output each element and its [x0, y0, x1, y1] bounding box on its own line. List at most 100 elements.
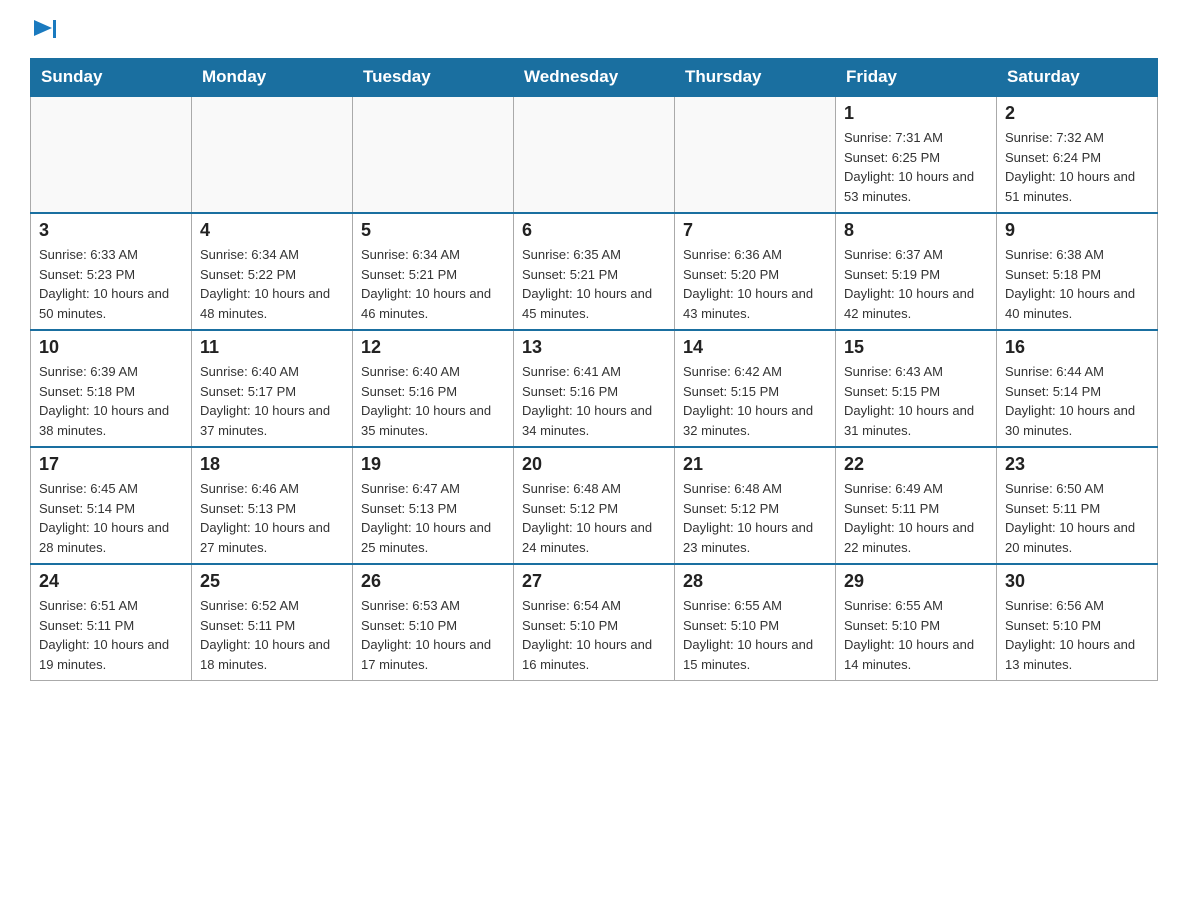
day-number: 13 [522, 337, 666, 358]
day-info: Sunrise: 7:31 AMSunset: 6:25 PMDaylight:… [844, 128, 988, 206]
day-number: 29 [844, 571, 988, 592]
calendar-cell [353, 96, 514, 213]
calendar-cell: 9 Sunrise: 6:38 AMSunset: 5:18 PMDaylight… [997, 213, 1158, 330]
calendar-cell: 7Sunrise: 6:36 AMSunset: 5:20 PMDaylight… [675, 213, 836, 330]
day-number: 11 [200, 337, 344, 358]
day-info: Sunrise: 6:48 AMSunset: 5:12 PMDaylight:… [683, 479, 827, 557]
calendar-cell: 28 Sunrise: 6:55 AMSunset: 5:10 PMDayligh… [675, 564, 836, 681]
day-number: 21 [683, 454, 827, 475]
day-number: 24 [39, 571, 183, 592]
col-header-thursday: Thursday [675, 59, 836, 97]
calendar-cell: 5 Sunrise: 6:34 AMSunset: 5:21 PMDaylight… [353, 213, 514, 330]
calendar-cell [31, 96, 192, 213]
calendar-cell [675, 96, 836, 213]
day-number: 12 [361, 337, 505, 358]
day-info: Sunrise: 6:46 AMSunset: 5:13 PMDaylight:… [200, 479, 344, 557]
day-number: 22 [844, 454, 988, 475]
day-number: 15 [844, 337, 988, 358]
calendar-cell: 21 Sunrise: 6:48 AMSunset: 5:12 PMDayligh… [675, 447, 836, 564]
day-info: Sunrise: 6:35 AMSunset: 5:21 PMDaylight:… [522, 245, 666, 323]
day-number: 17 [39, 454, 183, 475]
day-number: 28 [683, 571, 827, 592]
col-header-saturday: Saturday [997, 59, 1158, 97]
calendar-cell: 10 Sunrise: 6:39 AMSunset: 5:18 PMDayligh… [31, 330, 192, 447]
day-number: 9 [1005, 220, 1149, 241]
logo [30, 20, 56, 38]
calendar-cell: 15 Sunrise: 6:43 AMSunset: 5:15 PMDayligh… [836, 330, 997, 447]
calendar-cell: 17Sunrise: 6:45 AMSunset: 5:14 PMDayligh… [31, 447, 192, 564]
calendar-week-row: 1 Sunrise: 7:31 AMSunset: 6:25 PMDaylight… [31, 96, 1158, 213]
day-number: 14 [683, 337, 827, 358]
calendar-header-row: SundayMondayTuesdayWednesdayThursdayFrid… [31, 59, 1158, 97]
day-number: 5 [361, 220, 505, 241]
calendar-cell: 18Sunrise: 6:46 AMSunset: 5:13 PMDayligh… [192, 447, 353, 564]
calendar-cell: 8 Sunrise: 6:37 AMSunset: 5:19 PMDaylight… [836, 213, 997, 330]
day-info: Sunrise: 6:41 AMSunset: 5:16 PMDaylight:… [522, 362, 666, 440]
day-info: Sunrise: 7:32 AMSunset: 6:24 PMDaylight:… [1005, 128, 1149, 206]
day-info: Sunrise: 6:48 AMSunset: 5:12 PMDaylight:… [522, 479, 666, 557]
calendar-cell: 23Sunrise: 6:50 AMSunset: 5:11 PMDayligh… [997, 447, 1158, 564]
day-number: 4 [200, 220, 344, 241]
day-info: Sunrise: 6:47 AMSunset: 5:13 PMDaylight:… [361, 479, 505, 557]
calendar-cell: 6 Sunrise: 6:35 AMSunset: 5:21 PMDaylight… [514, 213, 675, 330]
calendar-table: SundayMondayTuesdayWednesdayThursdayFrid… [30, 58, 1158, 681]
day-info: Sunrise: 6:50 AMSunset: 5:11 PMDaylight:… [1005, 479, 1149, 557]
calendar-cell: 13 Sunrise: 6:41 AMSunset: 5:16 PMDayligh… [514, 330, 675, 447]
day-info: Sunrise: 6:33 AMSunset: 5:23 PMDaylight:… [39, 245, 183, 323]
calendar-cell: 12 Sunrise: 6:40 AMSunset: 5:16 PMDayligh… [353, 330, 514, 447]
day-info: Sunrise: 6:39 AMSunset: 5:18 PMDaylight:… [39, 362, 183, 440]
day-info: Sunrise: 6:55 AMSunset: 5:10 PMDaylight:… [683, 596, 827, 674]
calendar-cell: 3 Sunrise: 6:33 AMSunset: 5:23 PMDaylight… [31, 213, 192, 330]
calendar-week-row: 10 Sunrise: 6:39 AMSunset: 5:18 PMDayligh… [31, 330, 1158, 447]
day-info: Sunrise: 6:44 AMSunset: 5:14 PMDaylight:… [1005, 362, 1149, 440]
calendar-cell: 24 Sunrise: 6:51 AMSunset: 5:11 PMDayligh… [31, 564, 192, 681]
day-number: 2 [1005, 103, 1149, 124]
day-info: Sunrise: 6:40 AMSunset: 5:16 PMDaylight:… [361, 362, 505, 440]
day-number: 6 [522, 220, 666, 241]
calendar-cell: 22 Sunrise: 6:49 AMSunset: 5:11 PMDayligh… [836, 447, 997, 564]
calendar-cell [514, 96, 675, 213]
day-info: Sunrise: 6:54 AMSunset: 5:10 PMDaylight:… [522, 596, 666, 674]
day-info: Sunrise: 6:55 AMSunset: 5:10 PMDaylight:… [844, 596, 988, 674]
day-info: Sunrise: 6:34 AMSunset: 5:22 PMDaylight:… [200, 245, 344, 323]
calendar-cell: 19 Sunrise: 6:47 AMSunset: 5:13 PMDayligh… [353, 447, 514, 564]
calendar-cell: 14 Sunrise: 6:42 AMSunset: 5:15 PMDayligh… [675, 330, 836, 447]
calendar-week-row: 3 Sunrise: 6:33 AMSunset: 5:23 PMDaylight… [31, 213, 1158, 330]
calendar-cell: 25 Sunrise: 6:52 AMSunset: 5:11 PMDayligh… [192, 564, 353, 681]
day-info: Sunrise: 6:56 AMSunset: 5:10 PMDaylight:… [1005, 596, 1149, 674]
calendar-cell: 30 Sunrise: 6:56 AMSunset: 5:10 PMDayligh… [997, 564, 1158, 681]
col-header-wednesday: Wednesday [514, 59, 675, 97]
day-info: Sunrise: 6:40 AMSunset: 5:17 PMDaylight:… [200, 362, 344, 440]
calendar-cell: 20Sunrise: 6:48 AMSunset: 5:12 PMDayligh… [514, 447, 675, 564]
col-header-tuesday: Tuesday [353, 59, 514, 97]
col-header-friday: Friday [836, 59, 997, 97]
day-info: Sunrise: 6:37 AMSunset: 5:19 PMDaylight:… [844, 245, 988, 323]
day-info: Sunrise: 6:52 AMSunset: 5:11 PMDaylight:… [200, 596, 344, 674]
calendar-cell: 16 Sunrise: 6:44 AMSunset: 5:14 PMDayligh… [997, 330, 1158, 447]
day-number: 19 [361, 454, 505, 475]
calendar-cell: 11 Sunrise: 6:40 AMSunset: 5:17 PMDayligh… [192, 330, 353, 447]
day-info: Sunrise: 6:43 AMSunset: 5:15 PMDaylight:… [844, 362, 988, 440]
day-number: 26 [361, 571, 505, 592]
col-header-sunday: Sunday [31, 59, 192, 97]
day-number: 3 [39, 220, 183, 241]
calendar-week-row: 17Sunrise: 6:45 AMSunset: 5:14 PMDayligh… [31, 447, 1158, 564]
day-number: 30 [1005, 571, 1149, 592]
day-info: Sunrise: 6:34 AMSunset: 5:21 PMDaylight:… [361, 245, 505, 323]
day-info: Sunrise: 6:38 AMSunset: 5:18 PMDaylight:… [1005, 245, 1149, 323]
day-info: Sunrise: 6:42 AMSunset: 5:15 PMDaylight:… [683, 362, 827, 440]
day-info: Sunrise: 6:53 AMSunset: 5:10 PMDaylight:… [361, 596, 505, 674]
day-number: 25 [200, 571, 344, 592]
page-header [30, 20, 1158, 38]
col-header-monday: Monday [192, 59, 353, 97]
day-number: 10 [39, 337, 183, 358]
day-number: 7 [683, 220, 827, 241]
logo-flag-icon [34, 20, 56, 38]
day-info: Sunrise: 6:51 AMSunset: 5:11 PMDaylight:… [39, 596, 183, 674]
day-number: 1 [844, 103, 988, 124]
day-number: 16 [1005, 337, 1149, 358]
day-number: 8 [844, 220, 988, 241]
calendar-cell: 26 Sunrise: 6:53 AMSunset: 5:10 PMDayligh… [353, 564, 514, 681]
day-info: Sunrise: 6:49 AMSunset: 5:11 PMDaylight:… [844, 479, 988, 557]
calendar-cell: 1 Sunrise: 7:31 AMSunset: 6:25 PMDaylight… [836, 96, 997, 213]
